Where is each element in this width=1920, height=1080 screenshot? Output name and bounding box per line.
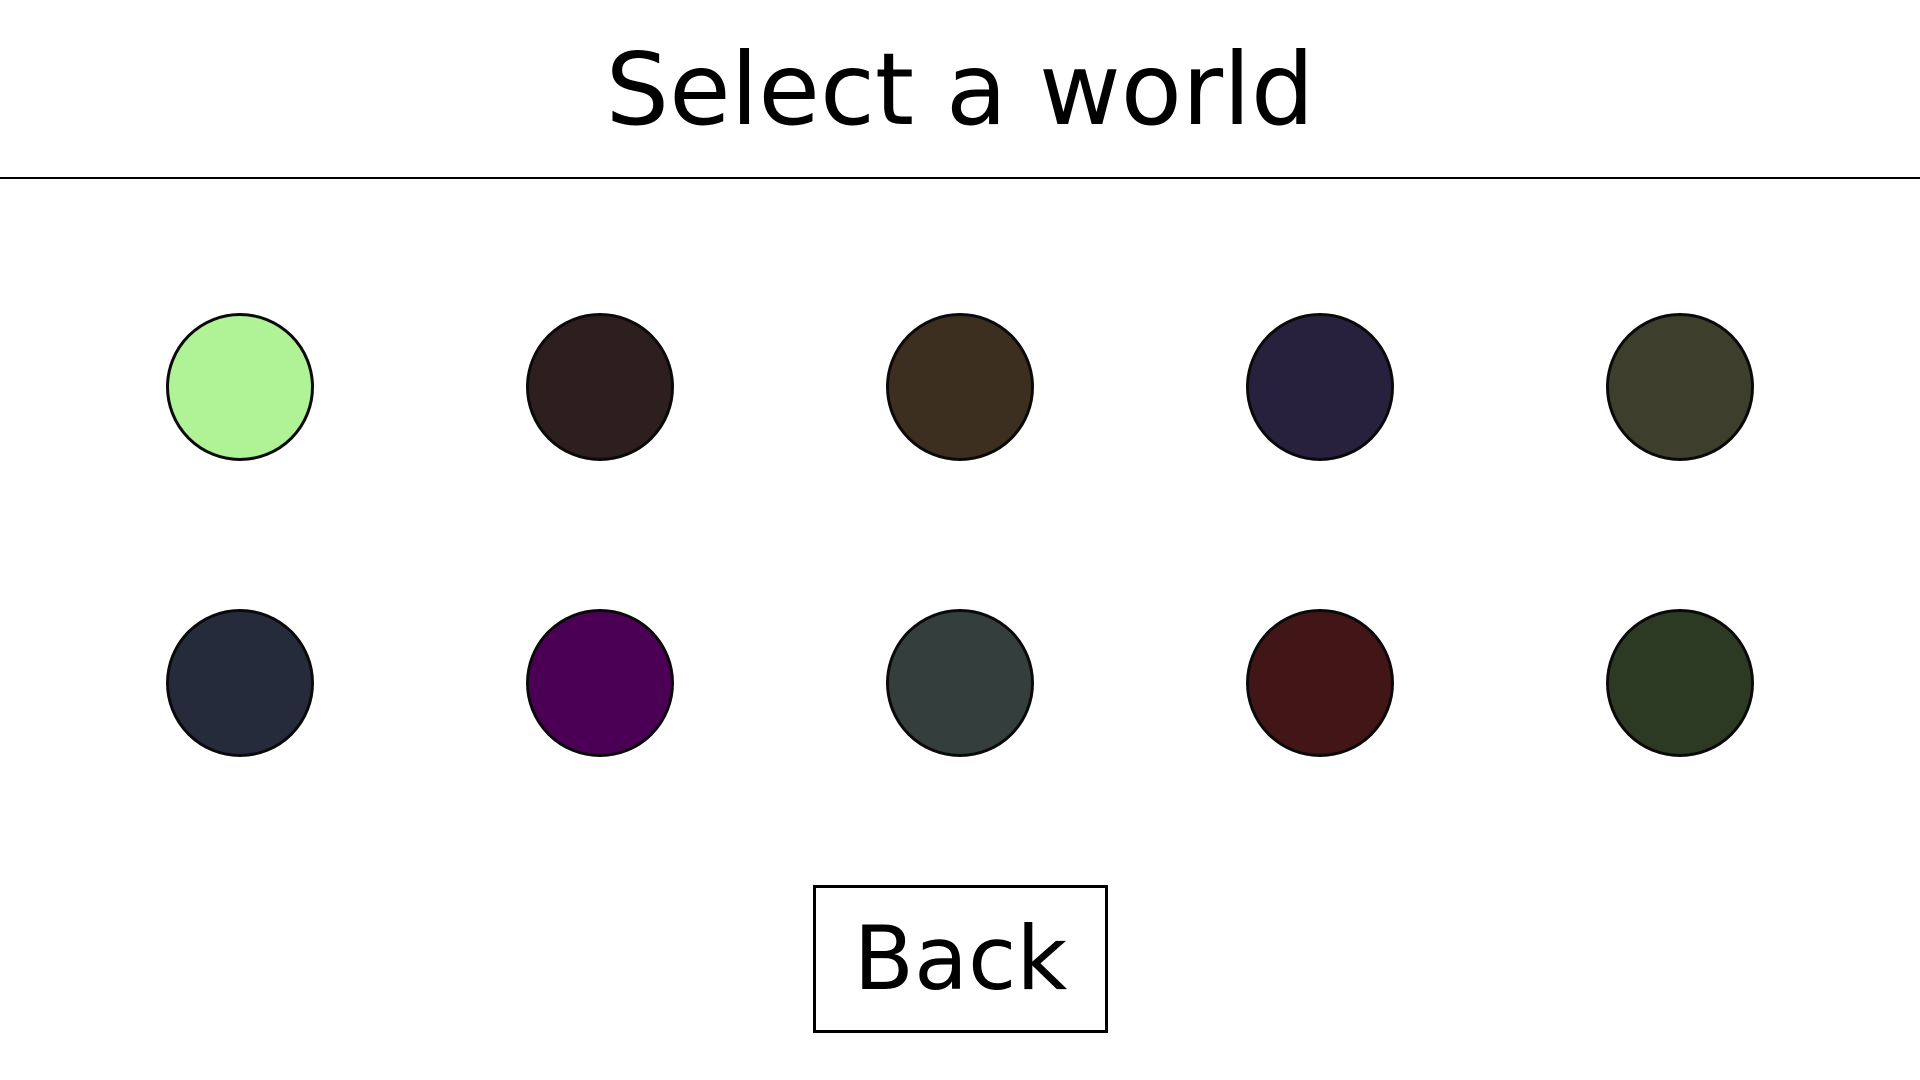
world-button-4[interactable] [1246,313,1394,461]
world-button-6[interactable] [166,609,314,757]
world-button-1[interactable] [166,313,314,461]
back-button[interactable]: Back [813,885,1108,1033]
world-button-9[interactable] [1246,609,1394,757]
world-button-10[interactable] [1606,609,1754,757]
world-button-3[interactable] [886,313,1034,461]
world-button-8[interactable] [886,609,1034,757]
world-select-screen: Select a world Back [0,0,1920,1080]
world-button-7[interactable] [526,609,674,757]
world-button-5[interactable] [1606,313,1754,461]
world-button-2[interactable] [526,313,674,461]
